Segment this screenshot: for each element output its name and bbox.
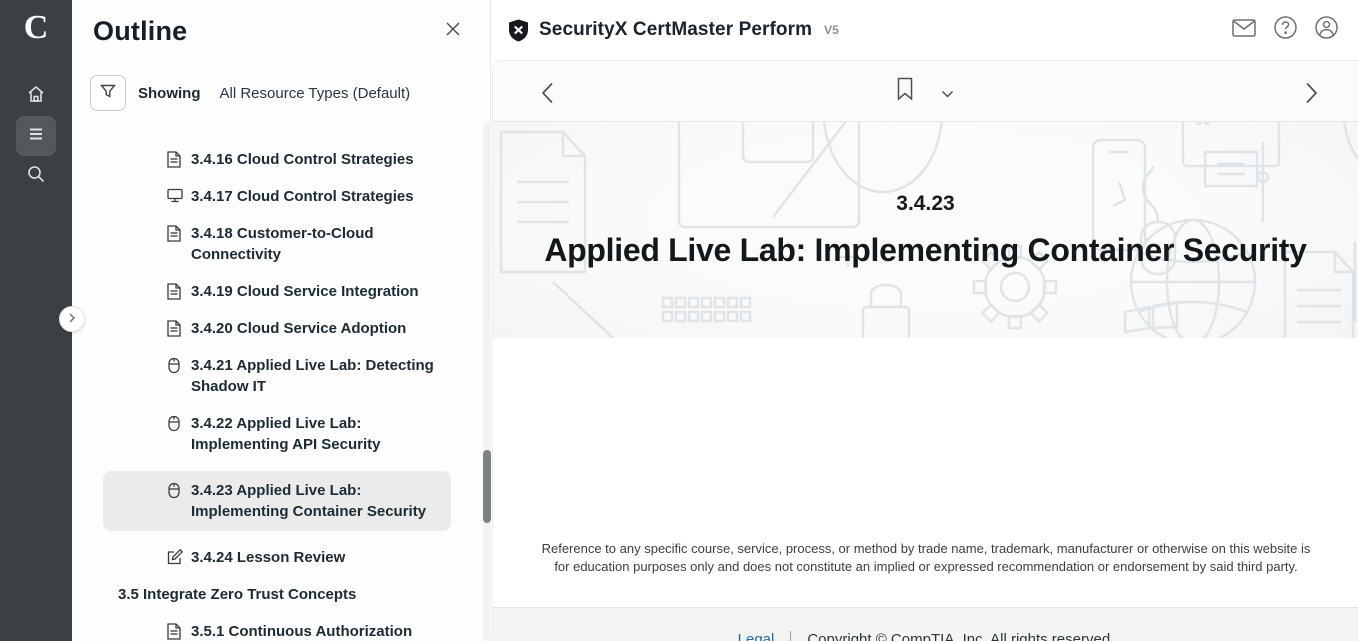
outline-list: 3.4.16 Cloud Control Strategies 3.4.17 C… (103, 149, 451, 641)
outline-item[interactable]: 3.4.16 Cloud Control Strategies (103, 149, 451, 170)
outline-item-label: 3.4.17 Cloud Control Strategies (191, 186, 451, 207)
shield-icon (508, 19, 529, 42)
help-button[interactable] (1274, 16, 1297, 44)
outline-menu-button[interactable] (16, 116, 56, 156)
monitor-icon (167, 188, 183, 203)
chevron-right-icon (1305, 91, 1318, 108)
lesson-number: 3.4.23 (896, 192, 954, 216)
close-icon (444, 25, 462, 42)
menu-icon (26, 124, 46, 149)
outline-item-label: 3.4.20 Cloud Service Adoption (191, 318, 451, 339)
lesson-hero-banner: 3.4.23 Applied Live Lab: Implementing Co… (493, 122, 1358, 338)
legal-link[interactable]: Legal (738, 631, 791, 641)
mouse-icon (167, 482, 183, 499)
outline-item-label: 3.5.1 Continuous Authorization (191, 621, 451, 641)
help-icon (1274, 16, 1297, 44)
main-content: SecurityX CertMaster Perform V5 (492, 0, 1358, 641)
document-icon (167, 283, 183, 300)
messages-button[interactable] (1232, 19, 1256, 42)
collapse-panel-button[interactable] (59, 306, 85, 332)
third-party-disclaimer: Reference to any specific course, servic… (541, 540, 1311, 576)
previous-lesson-button[interactable] (537, 78, 558, 113)
chevron-down-icon (941, 86, 954, 103)
outline-item[interactable]: 3.4.24 Lesson Review (103, 547, 451, 568)
outline-panel: Outline Showing All Resource Types (Defa… (72, 0, 491, 641)
lesson-title: Applied Live Lab: Implementing Container… (544, 232, 1306, 269)
document-icon (167, 623, 183, 640)
outline-item-selected[interactable]: 3.4.23 Applied Live Lab: Implementing Co… (103, 471, 451, 531)
outline-panel-title: Outline (93, 16, 187, 47)
search-icon (26, 164, 46, 189)
outline-section-header[interactable]: 3.5 Integrate Zero Trust Concepts (103, 584, 451, 605)
bookmark-menu-button[interactable] (941, 86, 954, 104)
home-icon (26, 84, 46, 109)
outline-item[interactable]: 3.4.22 Applied Live Lab: Implementing AP… (103, 413, 451, 455)
outline-item[interactable]: 3.4.21 Applied Live Lab: Detecting Shado… (103, 355, 451, 397)
document-icon (167, 225, 183, 242)
chevron-left-icon (541, 91, 554, 108)
bookmark-icon (896, 88, 914, 105)
filter-funnel-icon (99, 82, 117, 105)
outline-item-label: 3.4.21 Applied Live Lab: Detecting Shado… (191, 355, 451, 397)
lesson-body: Reference to any specific course, servic… (493, 338, 1358, 608)
home-button[interactable] (16, 76, 56, 116)
edit-icon (167, 549, 183, 565)
lesson-card: 3.4.23 Applied Live Lab: Implementing Co… (492, 60, 1358, 641)
filter-showing-label: Showing (138, 85, 201, 102)
outline-item[interactable]: 3.5.1 Continuous Authorization (103, 621, 451, 641)
account-icon (1315, 16, 1338, 44)
copyright-text: Copyright © CompTIA, Inc. All rights res… (790, 631, 1114, 641)
close-outline-button[interactable] (440, 16, 466, 47)
document-icon (167, 151, 183, 168)
outline-item[interactable]: 3.4.18 Customer-to-Cloud Connectivity (103, 223, 451, 265)
mail-icon (1232, 19, 1256, 42)
document-icon (167, 320, 183, 337)
chevron-right-icon (67, 310, 77, 328)
outline-item-label: 3.4.22 Applied Live Lab: Implementing AP… (191, 413, 451, 455)
comptia-logo[interactable]: C (24, 8, 49, 48)
outline-item-label: 3.4.23 Applied Live Lab: Implementing Co… (191, 480, 441, 522)
page-footer: Legal Copyright © CompTIA, Inc. All righ… (493, 607, 1358, 641)
bookmark-button[interactable] (896, 77, 914, 106)
filter-value[interactable]: All Resource Types (Default) (220, 85, 411, 102)
outline-item[interactable]: 3.4.19 Cloud Service Integration (103, 281, 451, 302)
outline-scrollbar-track[interactable] (483, 122, 491, 641)
outline-item-label: 3.4.19 Cloud Service Integration (191, 281, 451, 302)
mouse-icon (167, 357, 183, 374)
search-button[interactable] (16, 156, 56, 196)
filter-button[interactable] (90, 75, 126, 111)
app-version-badge: V5 (824, 23, 839, 37)
lesson-nav-toolbar (493, 61, 1358, 122)
app-header: SecurityX CertMaster Perform V5 (492, 0, 1358, 60)
outline-item-label: 3.4.24 Lesson Review (191, 547, 451, 568)
outline-scrollbar-thumb[interactable] (483, 450, 491, 523)
outline-item[interactable]: 3.4.17 Cloud Control Strategies (103, 186, 451, 207)
mouse-icon (167, 415, 183, 432)
app-title: SecurityX CertMaster Perform (539, 19, 812, 41)
outline-item[interactable]: 3.4.20 Cloud Service Adoption (103, 318, 451, 339)
outline-item-label: 3.4.16 Cloud Control Strategies (191, 149, 451, 170)
next-lesson-button[interactable] (1301, 78, 1322, 113)
account-button[interactable] (1315, 16, 1338, 44)
outline-item-label: 3.4.18 Customer-to-Cloud Connectivity (191, 223, 451, 265)
